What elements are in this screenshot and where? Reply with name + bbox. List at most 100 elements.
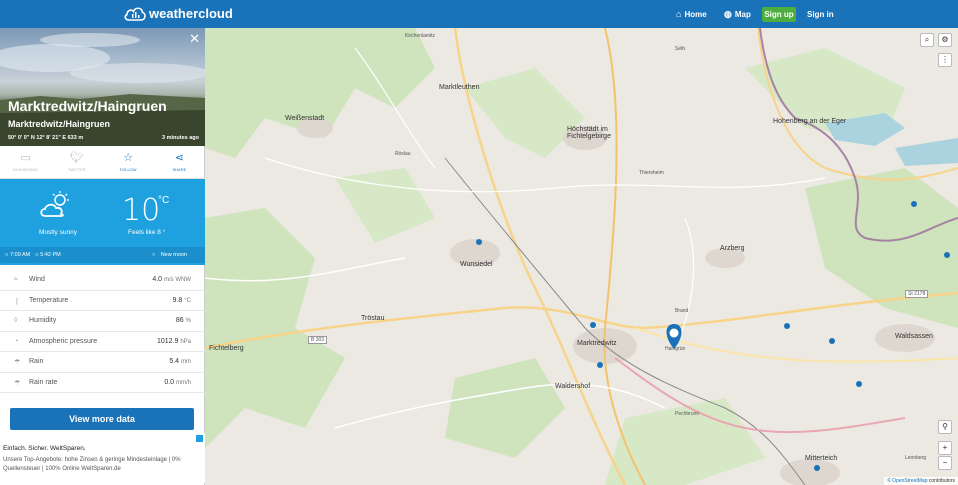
view-more-data-button[interactable]: View more data — [10, 408, 194, 430]
nav-home-label: Home — [684, 9, 707, 19]
map-label-thiersheim: Thiersheim — [639, 170, 664, 176]
ad-text[interactable]: Unsere Top-Angebote: hohe Zinsen & gerin… — [3, 456, 201, 474]
follow-button[interactable]: ☆ FOLLOW — [103, 146, 154, 178]
map-settings-button[interactable]: ⚙ — [938, 33, 952, 47]
feels-like: Feels like 8 ° — [128, 229, 166, 236]
measurement-value: 0.0 — [164, 378, 175, 386]
measurement-label: Atmospheric pressure — [29, 337, 98, 345]
measurement-row: ≈ Wind 4.0 m/s WNW — [0, 270, 205, 291]
map-locate-button[interactable]: ⚲ — [938, 420, 952, 434]
map-label-hochstadt: Höchstädt im Fichtelgebirge — [567, 126, 611, 140]
map-label-brand: Brand — [675, 308, 689, 314]
close-icon: ✕ — [189, 31, 200, 46]
measurement-label: Humidity — [29, 317, 57, 324]
measurement-unit: % — [185, 318, 191, 324]
twitter-button[interactable]: 🐦︎ TWITTER — [51, 146, 102, 178]
more-vertical-icon: ⋮ — [941, 55, 949, 64]
station-photo: ✕ Marktredwitz/Haingruen Marktredwitz/Ha… — [0, 28, 205, 146]
home-icon: ⌂ — [676, 9, 682, 19]
measurement-row: ❘ Temperature 9.8 °C — [0, 291, 205, 311]
measurement-value: 86 — [175, 317, 184, 324]
advertisement[interactable]: Einfach. Sicher. WeltSparen. Unsere Top-… — [0, 433, 205, 483]
weather-condition: Mostly sunny — [39, 229, 77, 236]
share-icon: ⋖ — [174, 152, 184, 164]
measurement-unit: m/s WNW — [164, 277, 191, 283]
sunrise-time: 7:09 AM — [10, 252, 31, 258]
measurement-unit: mm — [181, 359, 191, 365]
dashboard-icon: ▭ — [20, 152, 31, 164]
map-label-selb: Selb — [675, 46, 686, 52]
zoom-in-button[interactable]: + — [938, 441, 952, 455]
social-bar: ▭ DASHBOARD 🐦︎ TWITTER ☆ FOLLOW ⋖ SHARE — [0, 146, 205, 179]
top-bar: weathercloud ⌂ Home ◍ Map Sign up Sign i… — [0, 0, 958, 28]
map-label-marktredwitz: Marktredwitz — [577, 340, 617, 347]
measurement-row: ☂ Rain 5.4 mm — [0, 352, 205, 373]
measurement-label: Rain — [29, 358, 44, 365]
rain-rate-icon: ☂ — [14, 379, 21, 387]
map-label-rosslau: Röslau — [395, 151, 411, 157]
signup-button[interactable]: Sign up — [762, 7, 796, 22]
map-label-waldsassen: Waldsassen — [895, 333, 933, 340]
wind-icon: ≈ — [14, 276, 18, 283]
star-icon: ☆ — [123, 152, 134, 164]
humidity-icon: ◊ — [14, 317, 18, 324]
nav-map-label: Map — [734, 9, 751, 19]
map-label-st2178: St 2178 — [905, 290, 929, 298]
measurement-row: ◊ Humidity 86 % — [0, 311, 205, 332]
map-label-wunsiedel: Wunsiedel — [460, 261, 493, 268]
nav-map[interactable]: ◍ Map — [724, 0, 751, 28]
map-label-mitterteich: Mitterteich — [805, 455, 838, 462]
current-temperature: 10 — [122, 193, 161, 228]
zoom-out-button[interactable]: − — [938, 456, 952, 470]
partly-sunny-icon — [40, 191, 69, 217]
signin-link[interactable]: Sign in — [807, 0, 834, 28]
cloud-logo-icon — [124, 7, 146, 21]
measurement-row: ☂ Rain rate 0.0 mm/h — [0, 373, 205, 393]
follow-label: FOLLOW — [119, 167, 137, 172]
map-label-arzberg: Arzberg — [720, 245, 745, 252]
sunset-icon: ☼ — [34, 252, 40, 258]
pressure-icon: ◔ — [14, 337, 19, 345]
share-label: SHARE — [172, 167, 187, 172]
plus-icon: + — [942, 443, 948, 452]
thermometer-icon: ❘ — [14, 297, 20, 305]
nav-home[interactable]: ⌂ Home — [676, 0, 707, 28]
logo[interactable]: weathercloud — [124, 5, 233, 21]
map[interactable]: Hohenberg an der Eger Marktleuthen Höchs… — [205, 28, 958, 485]
map-label-fichtelberg: Fichtelberg — [209, 345, 244, 352]
dashboard-label: DASHBOARD — [12, 167, 39, 172]
map-label-b303: B 303 — [308, 336, 328, 344]
map-label-hohenberg: Hohenberg an der Eger — [773, 118, 847, 125]
station-subtitle: Marktredwitz/Haingruen — [8, 119, 111, 129]
map-attribution: © OpenStreetMap contributors — [884, 477, 958, 485]
map-search-button[interactable]: ⌕ — [920, 33, 934, 47]
map-label-leonberg: Leonberg — [905, 455, 927, 461]
measurements-list: ≈ Wind 4.0 m/s WNW ❘ Temperature 9.8 °C … — [0, 270, 205, 393]
map-label-kirchenlamitz: Kirchenlamitz — [405, 33, 436, 39]
map-menu-button[interactable]: ⋮ — [938, 53, 952, 67]
osm-link[interactable]: © OpenStreetMap — [887, 478, 927, 484]
moon-icon: ○ — [151, 252, 156, 258]
measurement-unit: °C — [184, 297, 191, 304]
measurement-unit: mm/h — [176, 379, 191, 386]
minus-icon: − — [942, 458, 948, 467]
close-panel-button[interactable]: ✕ — [189, 31, 200, 47]
attribution-text: contributors — [927, 478, 955, 484]
station-coords: 50° 0' 0" N 12° 8' 21" E 633 m — [8, 135, 84, 141]
twitter-label: TWITTER — [67, 167, 86, 172]
station-title: Marktredwitz/Haingruen — [8, 98, 167, 114]
dashboard-button[interactable]: ▭ DASHBOARD — [0, 146, 51, 178]
measurement-unit: hPa — [180, 338, 191, 345]
map-label-weissenstadt: Weißenstadt — [285, 115, 325, 122]
share-button[interactable]: ⋖ SHARE — [154, 146, 205, 178]
map-label-pechbrunn: Pechbrunn — [675, 411, 700, 417]
sun-moon-bar: ☼ 7:09 AM ☼ 5:42 PM ○ New moon — [0, 247, 205, 263]
search-icon: ⌕ — [924, 35, 930, 44]
measurement-value: 4.0 — [152, 276, 163, 283]
ad-choices-icon[interactable] — [196, 435, 203, 442]
station-panel: ✕ Marktredwitz/Haingruen Marktredwitz/Ha… — [0, 28, 205, 485]
ad-title[interactable]: Einfach. Sicher. WeltSparen. — [3, 445, 86, 452]
moon-phase: New moon — [160, 252, 187, 258]
map-label-haingruen: Haingrün — [665, 346, 686, 352]
measurement-label: Wind — [29, 276, 45, 283]
